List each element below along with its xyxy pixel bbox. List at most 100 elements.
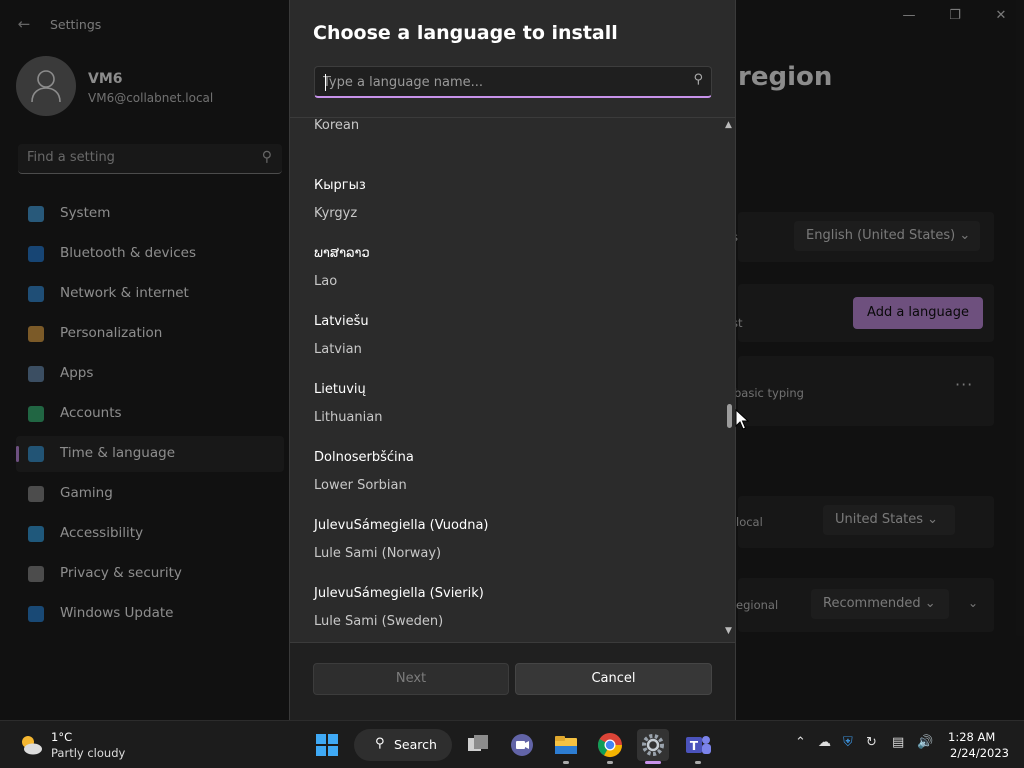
sidebar-item-apps[interactable]: Apps	[16, 356, 284, 392]
nav-item-icon	[28, 446, 44, 462]
sidebar-item-label: System	[60, 205, 111, 221]
language-native-name: JulevuSámegiella (Vuodna)	[314, 518, 489, 533]
weather-description[interactable]: Partly cloudy	[51, 746, 125, 760]
regional-text: egional	[736, 598, 779, 612]
chevron-down-icon[interactable]: ⌄	[968, 596, 978, 610]
scroll-down-arrow-icon[interactable]: ▼	[725, 626, 732, 636]
close-button[interactable]: ✕	[978, 4, 1024, 28]
sidebar-item-gaming[interactable]: Gaming	[16, 476, 284, 512]
language-option[interactable]: JulevuSámegiella (Svierik) Lule Sami (Swe…	[314, 586, 704, 642]
mouse-cursor-icon	[735, 409, 749, 430]
windows-display-language-card: s English (United States) ⌄	[732, 212, 994, 262]
language-native-name: ພາສາລາວ	[314, 246, 370, 261]
taskbar-search-label: Search	[394, 737, 437, 752]
sidebar-item-personalization[interactable]: Personalization	[16, 316, 284, 352]
country-dropdown[interactable]: United States ⌄	[823, 505, 955, 535]
language-option[interactable]: Latviešu Latvian	[314, 314, 704, 382]
settings-app-button[interactable]	[637, 729, 669, 761]
scrollbar-thumb[interactable]	[727, 404, 732, 428]
scroll-up-arrow-icon[interactable]: ▲	[725, 120, 732, 130]
sidebar-item-label: Personalization	[60, 325, 163, 341]
nav-item-icon	[28, 406, 44, 422]
sidebar-item-accessibility[interactable]: Accessibility	[16, 516, 284, 552]
active-indicator	[645, 761, 661, 764]
app-title: Settings	[50, 17, 102, 32]
display-language-dropdown[interactable]: English (United States) ⌄	[794, 221, 980, 251]
find-setting-input[interactable]: Find a setting ⚲	[18, 144, 282, 174]
language-option[interactable]: Dolnoserbšćina Lower Sorbian	[314, 450, 704, 518]
cancel-button[interactable]: Cancel	[515, 663, 712, 695]
sidebar-item-system[interactable]: System	[16, 196, 284, 232]
partly-cloudy-icon[interactable]	[18, 732, 44, 758]
chrome-icon[interactable]	[594, 729, 626, 761]
language-search-input[interactable]	[323, 72, 683, 92]
regional-format-value: Recommended	[823, 596, 921, 611]
language-english-name: Latvian	[314, 342, 362, 357]
sidebar-item-label: Time & language	[60, 445, 176, 461]
back-arrow-icon[interactable]: ←	[14, 14, 34, 34]
language-search-field[interactable]: ⚲	[314, 66, 712, 98]
language-option[interactable]: Кыргыз Kyrgyz	[314, 178, 704, 246]
language-native-name: JulevuSámegiella (Svierik)	[314, 586, 484, 601]
nav-item-icon	[28, 606, 44, 622]
text-caret	[325, 74, 326, 91]
language-english-name: Kyrgyz	[314, 206, 358, 221]
running-indicator	[563, 761, 569, 764]
language-english-name: Lule Sami (Norway)	[314, 546, 442, 561]
onedrive-icon[interactable]: ☁	[818, 735, 831, 750]
taskbar-search-button[interactable]: ⚲ Search	[354, 729, 452, 761]
chat-icon[interactable]	[506, 729, 538, 761]
language-option[interactable]: Korean	[314, 118, 704, 158]
language-option[interactable]: Lietuvių Lithuanian	[314, 382, 704, 450]
task-view-icon[interactable]	[462, 729, 494, 761]
language-option[interactable]: ພາສາລາວ Lao	[314, 246, 704, 314]
sidebar-item-bluetooth-devices[interactable]: Bluetooth & devices	[16, 236, 284, 272]
clock-date[interactable]: 2/24/2023	[950, 746, 1009, 760]
find-setting-placeholder: Find a setting	[27, 150, 115, 165]
regional-format-card: egional Recommended ⌄	[736, 578, 994, 632]
volume-icon[interactable]: 🔊	[917, 735, 933, 750]
add-language-button[interactable]: Add a language	[853, 297, 983, 329]
nav-item-icon	[28, 486, 44, 502]
sidebar-item-network-internet[interactable]: Network & internet	[16, 276, 284, 312]
network-icon[interactable]: ▤	[892, 735, 904, 750]
user-email: VM6@collabnet.local	[88, 91, 214, 105]
file-explorer-icon[interactable]	[550, 729, 582, 761]
weather-temperature[interactable]: 1°C	[51, 730, 72, 744]
search-icon: ⚲	[375, 736, 385, 751]
more-options-icon[interactable]: ···	[955, 375, 973, 394]
teams-icon[interactable]: T	[682, 729, 714, 761]
language-option[interactable]: JulevuSámegiella (Vuodna) Lule Sami (Norw…	[314, 518, 704, 586]
sidebar-item-label: Gaming	[60, 485, 113, 501]
sidebar-item-privacy-security[interactable]: Privacy & security	[16, 556, 284, 592]
nav-item-icon	[28, 246, 44, 262]
nav-item-icon	[28, 326, 44, 342]
person-icon	[31, 70, 61, 103]
language-list[interactable]: Korean Кыргыз Kyrgyz ພາສາລາວ Lao Latviešu Latv…	[290, 118, 722, 642]
search-icon: ⚲	[261, 149, 272, 165]
language-english-name: Lao	[314, 274, 338, 289]
next-button[interactable]: Next	[313, 663, 509, 695]
clock-time[interactable]: 1:28 AM	[948, 730, 995, 744]
language-english-name: Lule Sami (Sweden)	[314, 614, 444, 629]
security-shield-icon[interactable]: ⛨	[843, 735, 853, 750]
scrollbar[interactable]: ▲ ▼	[723, 118, 735, 642]
show-hidden-icons-chevron-icon[interactable]: ⌃	[795, 735, 806, 750]
nav-item-icon	[28, 566, 44, 582]
sidebar-item-label: Windows Update	[60, 605, 174, 621]
sidebar-item-windows-update[interactable]: Windows Update	[16, 596, 284, 632]
running-indicator	[695, 761, 701, 764]
choose-language-dialog: Choose a language to install ⚲ Korean Кыр…	[289, 0, 736, 720]
start-windows-icon[interactable]	[311, 729, 343, 761]
avatar	[16, 56, 76, 116]
svg-text:T: T	[690, 739, 699, 753]
language-native-name: Latviešu	[314, 314, 369, 329]
minimize-button[interactable]: —	[886, 4, 932, 28]
sidebar-item-accounts[interactable]: Accounts	[16, 396, 284, 432]
dialog-footer: Next Cancel	[290, 642, 735, 720]
maximize-button[interactable]: ❐	[932, 4, 978, 28]
regional-format-dropdown[interactable]: Recommended ⌄	[811, 589, 949, 619]
sync-icon[interactable]: ↻	[866, 735, 877, 750]
sidebar-item-time-language[interactable]: Time & language	[16, 436, 284, 472]
page-title: region	[738, 62, 833, 92]
